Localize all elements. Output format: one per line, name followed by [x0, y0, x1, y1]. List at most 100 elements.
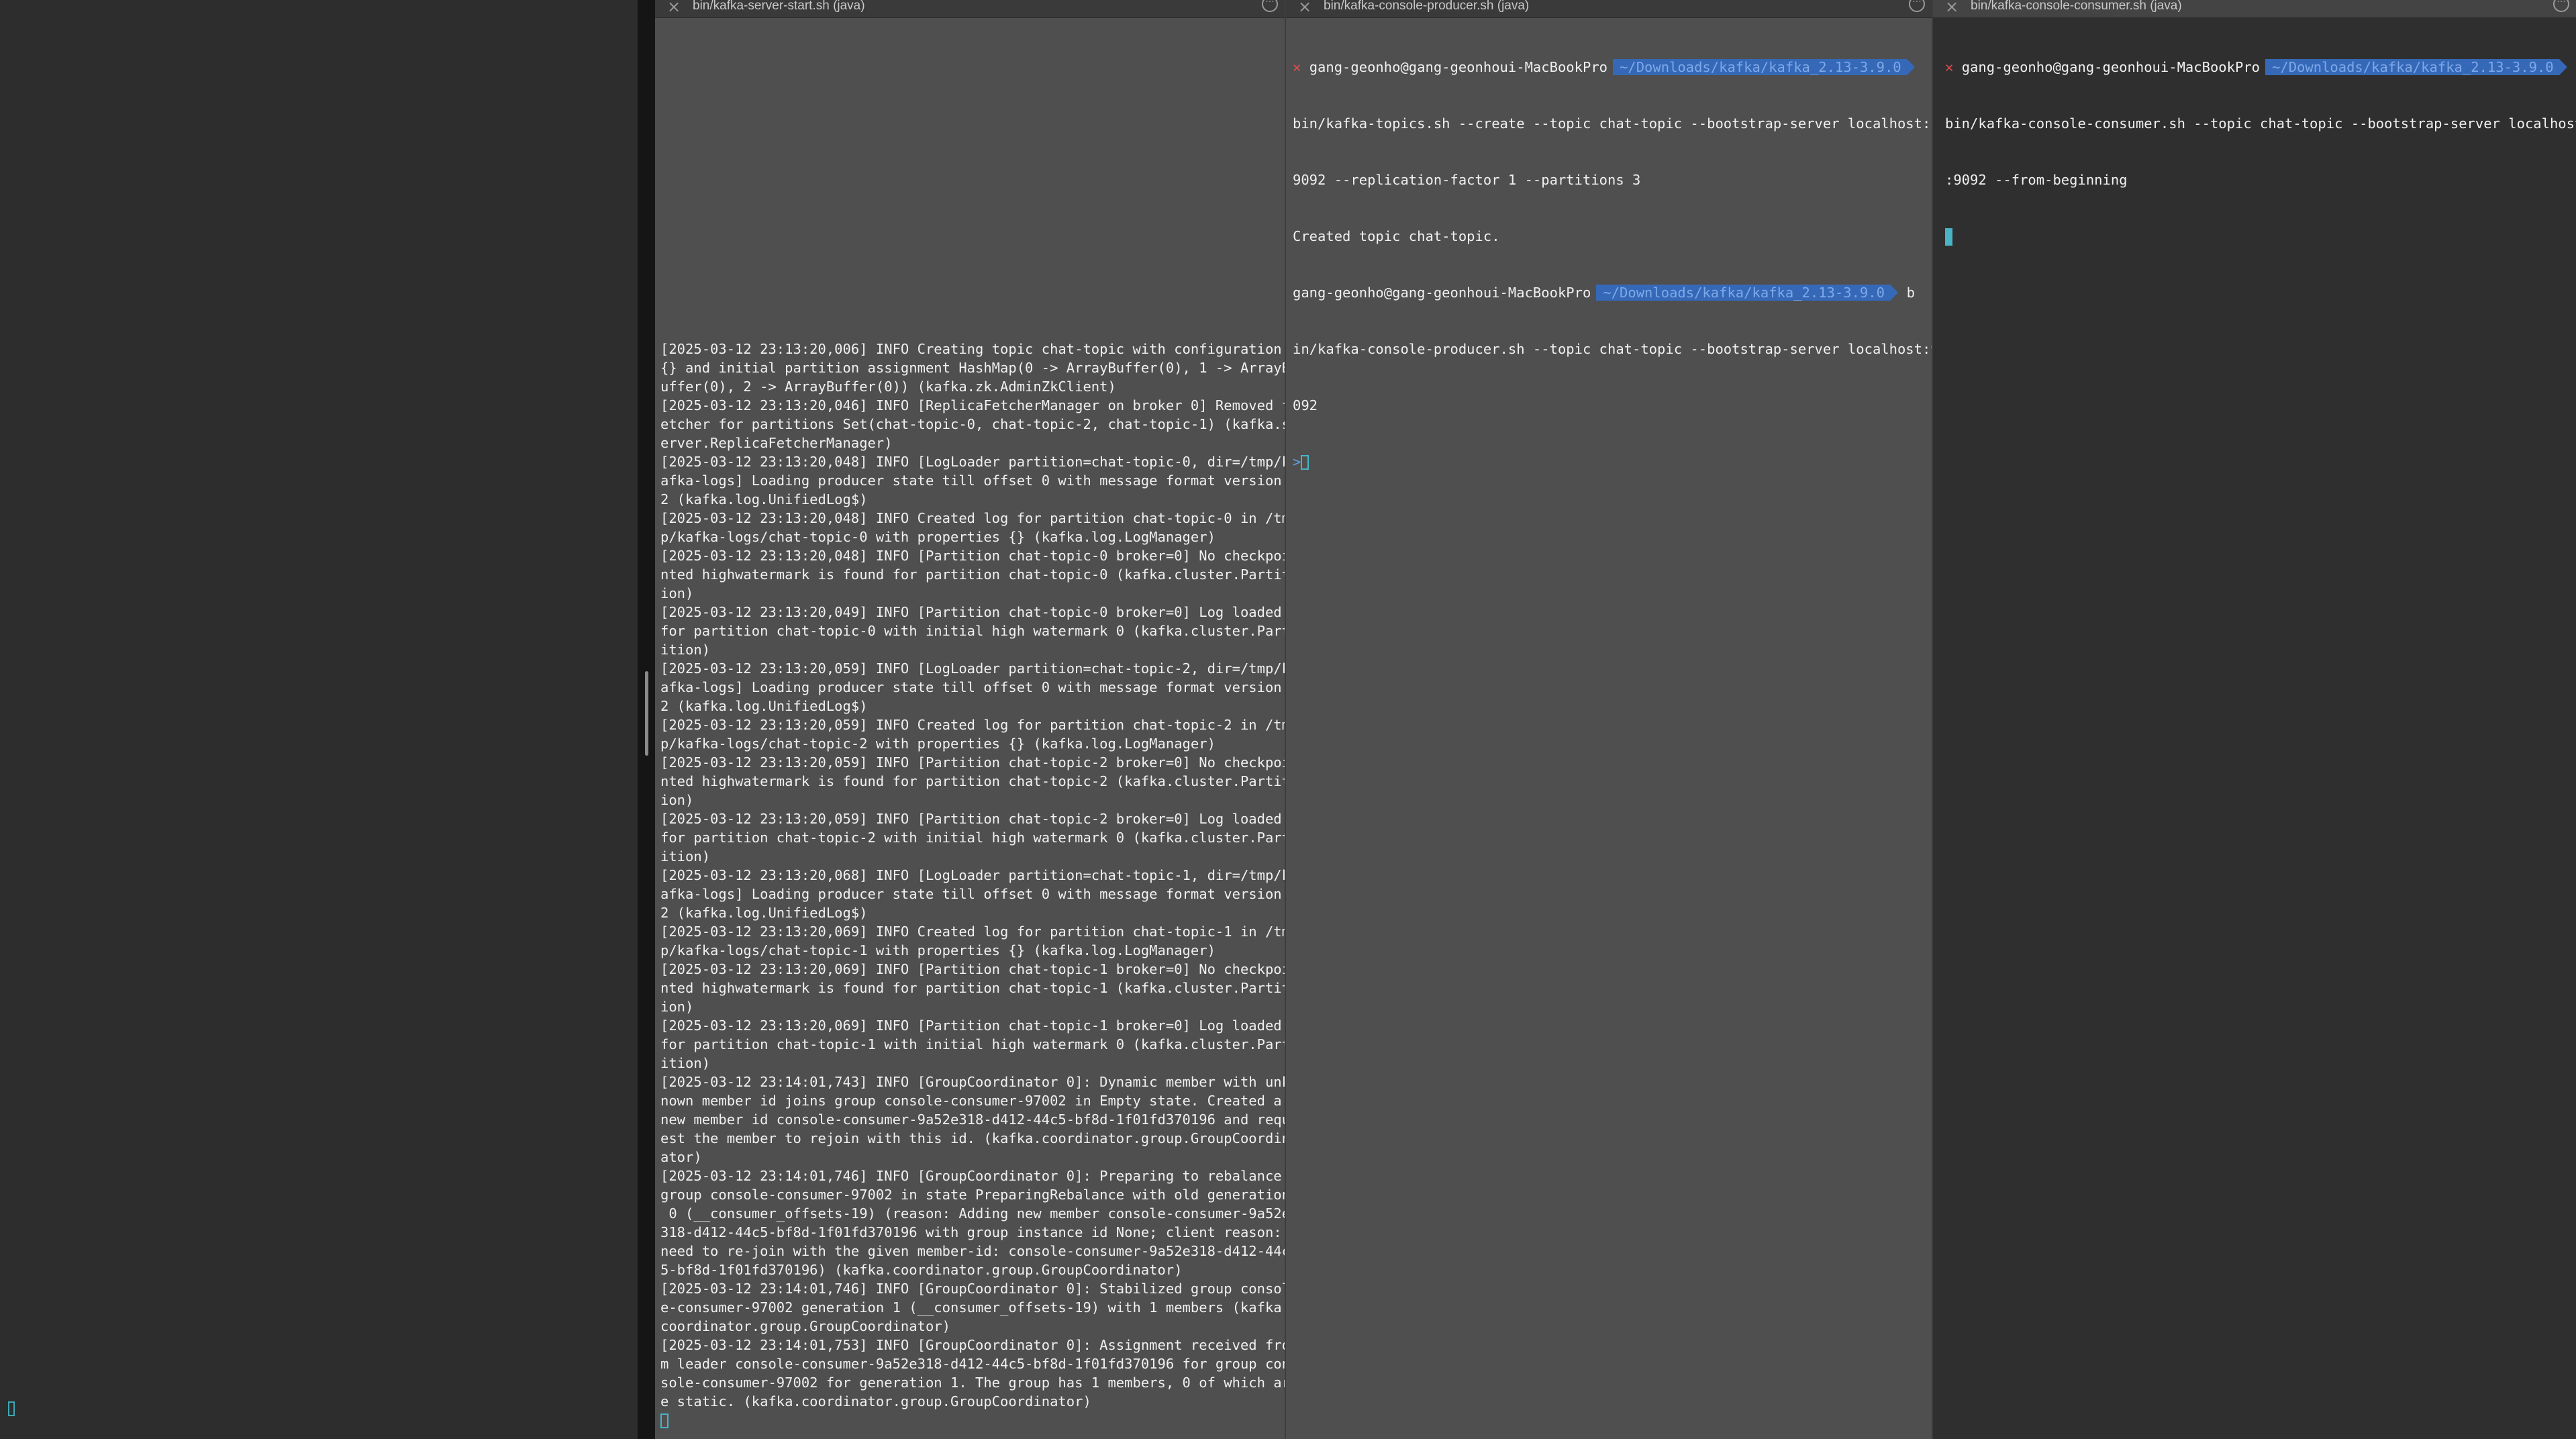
log-line: nted highwatermark is found for partitio…: [660, 773, 1285, 789]
log-line: [2025-03-12 23:13:20,049] INFO [Partitio…: [660, 604, 1282, 620]
prompt-path: ~/Downloads/kafka/kafka_2.13-3.9.0: [2265, 59, 2567, 75]
terminal-line: :9092 --from-beginning: [1945, 172, 2128, 188]
log-line: afka-logs] Loading producer state till o…: [660, 886, 1282, 902]
tab-title: bin/kafka-console-producer.sh (java): [1324, 0, 1530, 13]
log-line: nown member id joins group console-consu…: [660, 1093, 1282, 1109]
input-line[interactable]: [660, 1411, 1285, 1430]
tab-kafka-server[interactable]: × bin/kafka-server-start.sh (java) ···: [655, 0, 1285, 18]
log-line: coordinator.group.GroupCoordinator): [660, 1318, 950, 1334]
log-line: need to re-join with the given member-id…: [660, 1243, 1285, 1259]
log-line: e-consumer-97002 generation 1 (__consume…: [660, 1299, 1285, 1316]
prompt-user: gang-geonho@gang-geonhoui-MacBookPro: [1961, 59, 2261, 75]
producer-terminal-output: ✕ gang-geonho@gang-geonhoui-MacBookPro ~/…: [1293, 20, 1932, 509]
terminal-line: in/kafka-console-producer.sh --topic cha…: [1293, 341, 1932, 357]
log-line: ator): [660, 1149, 702, 1165]
more-options-icon[interactable]: ···: [2553, 0, 2569, 12]
log-line: 318-d412-44c5-bf8d-1f01fd370196 with gro…: [660, 1224, 1282, 1240]
close-icon[interactable]: ×: [1945, 0, 1959, 15]
terminal-line: bin/kafka-topics.sh --create --topic cha…: [1293, 115, 1931, 132]
log-line: [2025-03-12 23:13:20,059] INFO [Partitio…: [660, 811, 1282, 827]
log-line: [2025-03-12 23:13:20,059] INFO Created l…: [660, 717, 1285, 733]
log-line: p/kafka-logs/chat-topic-1 with propertie…: [660, 942, 1216, 958]
log-line: [2025-03-12 23:13:20,069] INFO [Partitio…: [660, 961, 1285, 977]
prompt-path: ~/Downloads/kafka/kafka_2.13-3.9.0: [1596, 285, 1898, 301]
log-line: [2025-03-12 23:13:20,048] INFO Created l…: [660, 510, 1285, 526]
tab-title: bin/kafka-server-start.sh (java): [693, 0, 865, 13]
log-line: 2 (kafka.log.UnifiedLog$): [660, 698, 868, 714]
log-line: [2025-03-12 23:14:01,743] INFO [GroupCoo…: [660, 1074, 1285, 1090]
kafka-consumer-pane[interactable]: × bin/kafka-console-consumer.sh (java) ·…: [1932, 0, 2576, 1439]
scrollbar-thumb[interactable]: [645, 671, 648, 756]
log-line: ition): [660, 1055, 711, 1071]
log-line: etcher for partitions Set(chat-topic-0, …: [660, 416, 1285, 432]
more-options-icon[interactable]: ···: [1909, 0, 1925, 12]
prompt-line: ✕ gang-geonho@gang-geonhoui-MacBookPro ~/…: [1945, 58, 2576, 77]
log-line: 5-bf8d-1f01fd370196) (kafka.coordinator.…: [660, 1262, 1183, 1278]
input-line[interactable]: [1945, 227, 2576, 246]
prompt-line: gang-geonho@gang-geonhoui-MacBookPro ~/Do…: [1293, 283, 1932, 302]
log-line: nted highwatermark is found for partitio…: [660, 566, 1285, 583]
log-line: m leader console-consumer-9a52e318-d412-…: [660, 1356, 1285, 1372]
log-line: for partition chat-topic-1 with initial …: [660, 1036, 1285, 1052]
log-line: p/kafka-logs/chat-topic-0 with propertie…: [660, 529, 1216, 545]
terminal-line: bin/kafka-console-consumer.sh --topic ch…: [1945, 115, 2576, 132]
tab-title: bin/kafka-console-consumer.sh (java): [1971, 0, 2182, 13]
log-line: group console-consumer-97002 in state Pr…: [660, 1187, 1285, 1203]
log-line: sole-consumer-97002 for generation 1. Th…: [660, 1375, 1285, 1391]
prompt-tail: b: [1906, 285, 1915, 301]
log-line: [2025-03-12 23:13:20,046] INFO [ReplicaF…: [660, 397, 1285, 413]
log-line: ition): [660, 642, 711, 658]
log-line: uffer(0), 2 -> ArrayBuffer(0)) (kafka.zk…: [660, 379, 1116, 395]
more-options-icon[interactable]: ···: [1262, 0, 1278, 12]
prompt-path: ~/Downloads/kafka/kafka_2.13-3.9.0: [1613, 59, 1915, 75]
log-line: 2 (kafka.log.UnifiedLog$): [660, 491, 868, 507]
terminal-cursor: [1301, 455, 1309, 470]
log-line: afka-logs] Loading producer state till o…: [660, 473, 1282, 489]
log-line: for partition chat-topic-0 with initial …: [660, 623, 1285, 639]
error-mark-icon: ✕: [1293, 59, 1301, 75]
log-line: for partition chat-topic-2 with initial …: [660, 830, 1285, 846]
log-line: nted highwatermark is found for partitio…: [660, 980, 1285, 996]
server-log-output: [2025-03-12 23:13:20,006] INFO Creating …: [660, 340, 1285, 1430]
log-line: [2025-03-12 23:13:20,048] INFO [Partitio…: [660, 548, 1285, 564]
log-line: [2025-03-12 23:13:20,059] INFO [LogLoade…: [660, 660, 1285, 677]
terminal-cursor: [1945, 228, 1952, 246]
terminal-line: 9092 --replication-factor 1 --partitions…: [1293, 172, 1641, 188]
terminal-cursor: [660, 1413, 668, 1428]
log-line: e static. (kafka.coordinator.group.Group…: [660, 1393, 1091, 1409]
log-line: [2025-03-12 23:14:01,746] INFO [GroupCoo…: [660, 1168, 1282, 1184]
tab-kafka-producer[interactable]: × bin/kafka-console-producer.sh (java) ·…: [1286, 0, 1932, 18]
log-line: [2025-03-12 23:13:20,048] INFO [LogLoade…: [660, 454, 1285, 470]
input-prompt: >: [1293, 454, 1301, 470]
kafka-producer-pane[interactable]: × bin/kafka-console-producer.sh (java) ·…: [1285, 0, 1932, 1439]
pane-divider[interactable]: [638, 0, 655, 1439]
log-line: afka-logs] Loading producer state till o…: [660, 679, 1282, 695]
log-line: [2025-03-12 23:14:01,753] INFO [GroupCoo…: [660, 1337, 1285, 1353]
tab-kafka-consumer[interactable]: × bin/kafka-console-consumer.sh (java) ·…: [1933, 0, 2576, 18]
log-line: 0 (__consumer_offsets-19) (reason: Addin…: [660, 1205, 1285, 1222]
log-line: ion): [660, 792, 694, 808]
left-empty-pane[interactable]: [0, 0, 638, 1439]
kafka-server-pane[interactable]: × bin/kafka-server-start.sh (java) ··· […: [655, 0, 1285, 1439]
terminal-line: Created topic chat-topic.: [1293, 228, 1500, 244]
log-line: [2025-03-12 23:13:20,068] INFO [LogLoade…: [660, 867, 1285, 883]
log-line: {} and initial partition assignment Hash…: [660, 360, 1285, 376]
terminal-cursor: [8, 1401, 15, 1416]
close-icon[interactable]: ×: [1298, 0, 1311, 15]
log-line: [2025-03-12 23:14:01,746] INFO [GroupCoo…: [660, 1281, 1285, 1297]
log-line: p/kafka-logs/chat-topic-2 with propertie…: [660, 736, 1216, 752]
terminal-line: 092: [1293, 397, 1318, 413]
log-line: ion): [660, 999, 694, 1015]
error-mark-icon: ✕: [1945, 59, 1954, 75]
log-line: new member id console-consumer-9a52e318-…: [660, 1111, 1285, 1128]
log-line: 2 (kafka.log.UnifiedLog$): [660, 905, 868, 921]
prompt-user: gang-geonho@gang-geonhoui-MacBookPro: [1293, 285, 1591, 301]
log-line: [2025-03-12 23:13:20,069] INFO Created l…: [660, 924, 1285, 940]
input-line[interactable]: >: [1293, 452, 1932, 471]
log-line: ion): [660, 585, 694, 601]
log-line: erver.ReplicaFetcherManager): [660, 435, 893, 451]
close-icon[interactable]: ×: [667, 0, 681, 15]
log-line: ition): [660, 848, 711, 864]
log-line: est the member to rejoin with this id. (…: [660, 1130, 1285, 1146]
log-line: [2025-03-12 23:13:20,006] INFO Creating …: [660, 341, 1282, 357]
